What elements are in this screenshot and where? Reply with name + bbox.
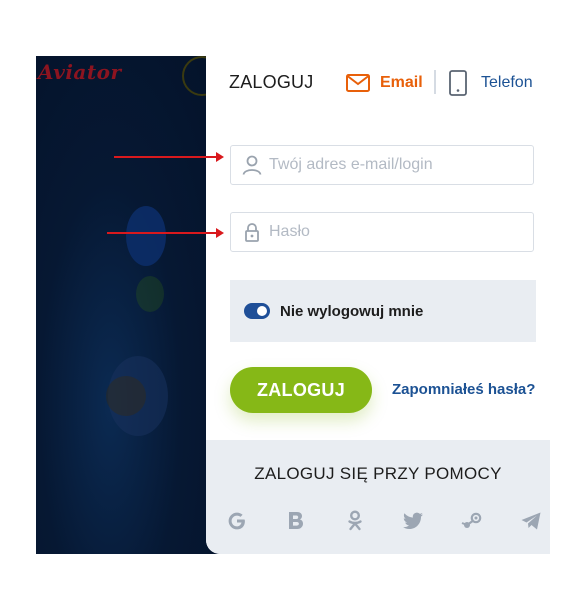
background-shape — [136, 276, 164, 312]
background-shape — [106, 376, 146, 416]
remember-me-toggle[interactable] — [244, 303, 270, 319]
login-title: ZALOGUJ — [229, 72, 314, 92]
toggle-knob — [257, 306, 267, 316]
login-button[interactable]: ZALOGUJ — [230, 367, 372, 413]
lock-icon — [245, 223, 259, 242]
login-panel: ZALOGUJ Email Telefon Twój adres e-mail/… — [206, 56, 550, 554]
social-login-section: ZALOGUJ SIĘ PRZY POMOCY — [206, 440, 550, 554]
twitter-icon[interactable] — [400, 508, 426, 534]
envelope-icon — [346, 74, 370, 92]
remember-me-row: Nie wylogowuj mnie — [230, 280, 536, 342]
remember-me-label: Nie wylogowuj mnie — [280, 302, 424, 320]
game-background: Aviator — [36, 56, 222, 554]
google-icon[interactable] — [224, 508, 250, 534]
forgot-password-link[interactable]: Zapomniałeś hasła? — [392, 381, 535, 398]
email-input[interactable] — [267, 155, 521, 175]
tab-email-label: Email — [380, 74, 423, 91]
tab-phone-label: Telefon — [481, 74, 533, 91]
phone-icon — [449, 70, 467, 96]
steam-icon[interactable] — [459, 508, 485, 534]
password-input[interactable] — [267, 222, 521, 242]
odnoklassniki-icon[interactable] — [342, 508, 368, 534]
tab-email[interactable]: Email — [346, 70, 423, 96]
annotation-arrow-email — [114, 152, 224, 162]
telegram-icon[interactable] — [518, 508, 544, 534]
tab-divider — [434, 70, 436, 94]
aviator-logo: Aviator — [38, 60, 122, 84]
tab-phone[interactable]: Telefon — [449, 68, 533, 98]
social-icons-row — [224, 506, 544, 536]
annotation-arrow-password — [107, 228, 224, 238]
email-field[interactable] — [230, 145, 534, 185]
login-header: ZALOGUJ Email Telefon — [206, 56, 550, 110]
social-login-title: ZALOGUJ SIĘ PRZY POMOCY — [254, 464, 502, 483]
password-field[interactable] — [230, 212, 534, 252]
vk-icon[interactable] — [283, 508, 309, 534]
user-icon — [242, 155, 262, 175]
background-shape — [126, 206, 166, 266]
